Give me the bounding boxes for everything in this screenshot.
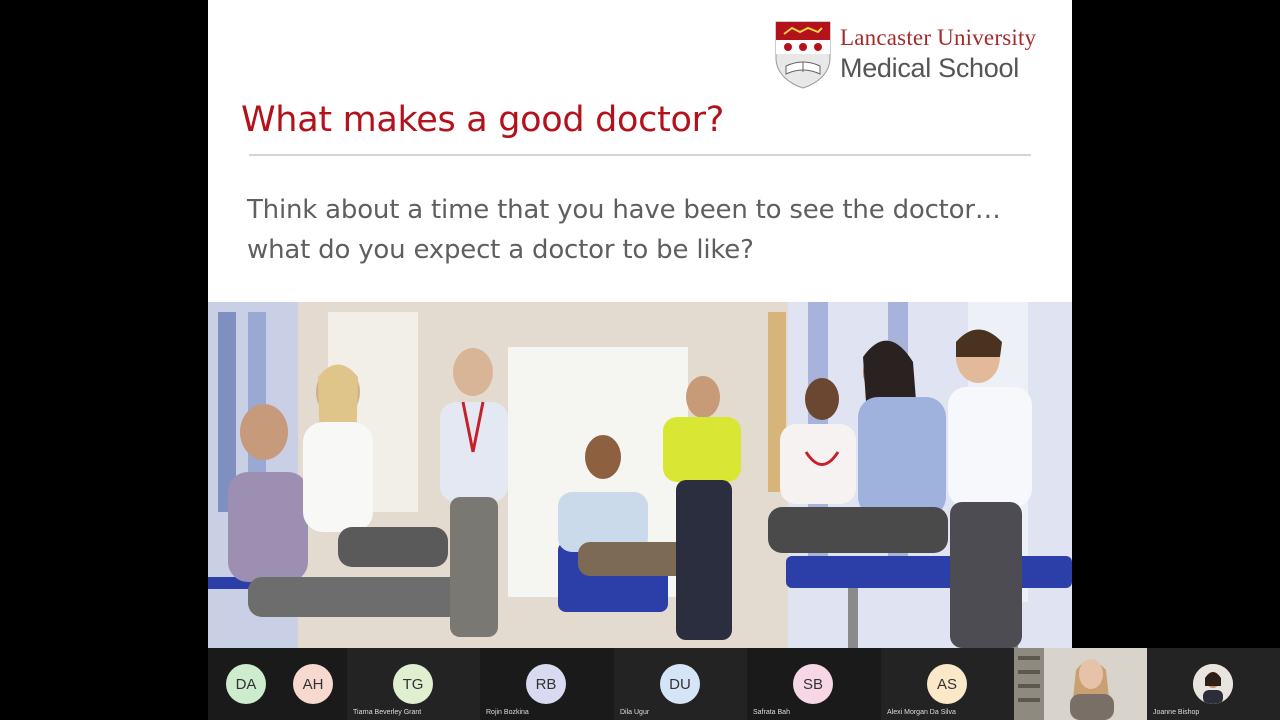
avatar-initials: AH — [302, 675, 324, 693]
avatar: TG — [393, 664, 433, 704]
avatar: DA — [226, 664, 266, 704]
avatar-initials: DA — [235, 675, 257, 693]
participant-tile[interactable]: DU Dila Ugur — [614, 648, 747, 720]
slide-body-line-1: Think about a time that you have been to… — [247, 195, 1001, 225]
crest-icon — [775, 21, 831, 89]
participant-name: Tiarna Beverley Grant — [353, 709, 422, 716]
title-divider — [249, 154, 1031, 156]
avatar-initials: AS — [936, 675, 957, 693]
participant-name: Safrata Bah — [753, 709, 790, 716]
avatar: RB — [526, 664, 566, 704]
logo-school-name: Medical School — [840, 53, 1019, 83]
participant-tile[interactable]: TG Tiarna Beverley Grant — [347, 648, 480, 720]
university-logo: Lancaster University Medical School — [774, 18, 1054, 92]
avatar: DU — [660, 664, 700, 704]
avatar: AH — [293, 664, 333, 704]
slide-title: What makes a good doctor? — [241, 100, 724, 140]
participant-name: Rojin Bozkina — [486, 709, 529, 716]
participant-tile[interactable]: RB Rojin Bozkina — [480, 648, 614, 720]
avatar: SB — [793, 664, 833, 704]
participant-tile[interactable]: DA AH — [208, 648, 347, 720]
slide-body-line-2: what do you expect a doctor to be like? — [247, 235, 754, 265]
participant-name: Alexi Morgan Da Silva — [887, 709, 956, 716]
avatar-initials: RB — [535, 675, 557, 693]
participant-name: Dila Ugur — [620, 709, 650, 716]
participant-strip: DA AH TG Tiarna Beverley Grant RB Rojin … — [208, 648, 1280, 720]
participant-video-tile[interactable] — [1014, 648, 1147, 720]
avatar — [1193, 664, 1233, 704]
group-discussion-photo — [208, 302, 1072, 648]
participant-name: Joanne Bishop — [1153, 709, 1200, 716]
logo-university-name: Lancaster University — [840, 25, 1037, 50]
avatar-initials: TG — [402, 675, 424, 693]
avatar-initials: DU — [669, 675, 691, 693]
avatar: AS — [927, 664, 967, 704]
slide-body: Think about a time that you have been to… — [247, 190, 1067, 270]
presentation-slide: Lancaster University Medical School What… — [208, 0, 1072, 648]
avatar-initials: SB — [802, 675, 823, 693]
participant-tile[interactable]: AS Alexi Morgan Da Silva — [881, 648, 1014, 720]
participant-tile[interactable]: SB Safrata Bah — [747, 648, 881, 720]
